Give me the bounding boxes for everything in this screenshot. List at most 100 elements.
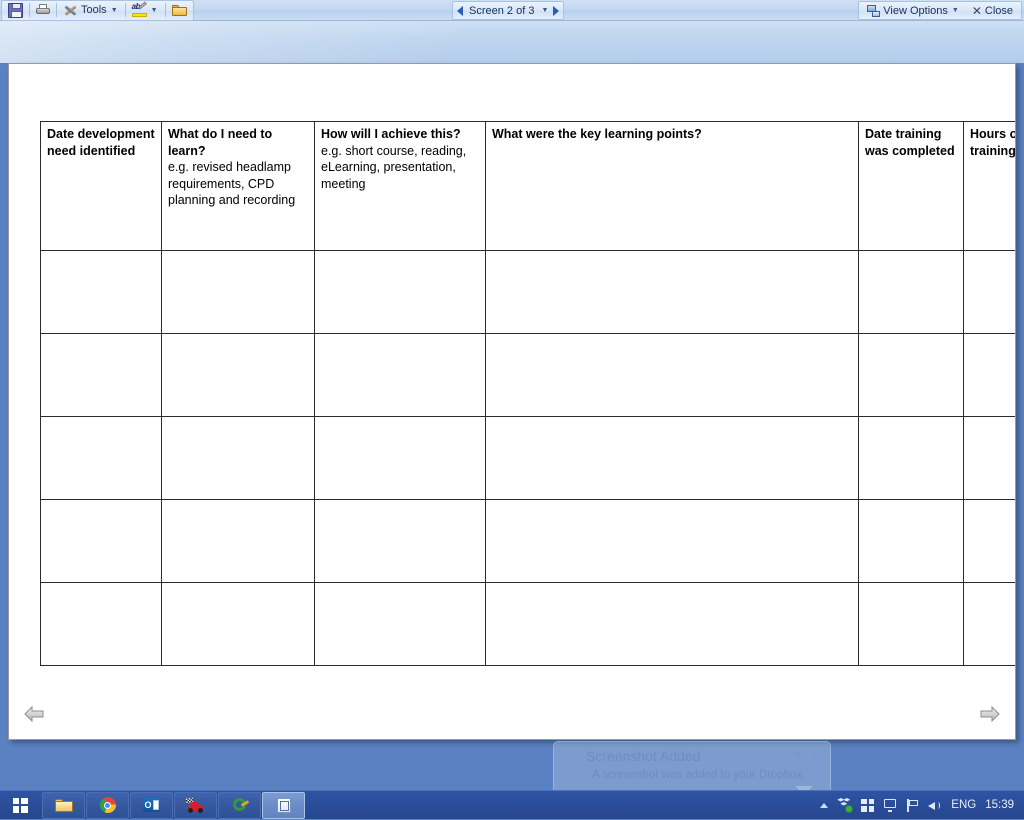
table-cell[interactable] <box>40 416 162 500</box>
toolbar-left-group: Tools ▼ ab ▼ <box>1 0 194 21</box>
table-cell[interactable] <box>314 582 486 666</box>
dropbox-notification[interactable]: ↖ × Screenshot Added A screenshot was ad… <box>553 741 831 797</box>
table-cell[interactable] <box>314 333 486 417</box>
tools-icon <box>63 4 78 17</box>
table-row[interactable] <box>40 333 1015 417</box>
top-toolbar: Tools ▼ ab ▼ Screen 2 of 3 ▼ View Option… <box>0 0 1024 21</box>
taskbar-task-list: O <box>42 791 305 819</box>
save-button[interactable] <box>4 1 27 20</box>
table-cell[interactable] <box>161 499 315 583</box>
table-header-cell: How will I achieve this? e.g. short cour… <box>314 121 486 251</box>
save-icon <box>8 2 23 18</box>
start-button[interactable] <box>0 791 40 820</box>
view-options-button[interactable]: View Options ▼ <box>863 1 964 20</box>
table-cell[interactable] <box>40 250 162 334</box>
table-cell[interactable] <box>40 499 162 583</box>
table-cell[interactable] <box>858 499 964 583</box>
table-cell[interactable] <box>963 333 1015 417</box>
volume-icon[interactable] <box>928 799 942 812</box>
table-cell[interactable] <box>485 499 859 583</box>
table-cell[interactable] <box>161 250 315 334</box>
table-header-cell: Date training was completed <box>858 121 964 251</box>
toolbar-separator <box>29 3 30 17</box>
chevron-down-icon[interactable]: ▼ <box>110 7 119 14</box>
folder-icon <box>171 4 187 16</box>
column-title: Date development need identified <box>47 127 155 158</box>
taskbar-item-file-explorer[interactable] <box>42 791 85 819</box>
close-button[interactable]: ✕ Close <box>968 1 1017 20</box>
table-cell[interactable] <box>40 582 162 666</box>
chevron-down-icon[interactable]: ▼ <box>951 7 960 14</box>
tools-button[interactable]: Tools ▼ <box>59 1 123 20</box>
table-header-cell: What do I need to learn? e.g. revised he… <box>161 121 315 251</box>
taskbar-item-document-viewer[interactable] <box>262 791 305 819</box>
table-cell[interactable] <box>963 250 1015 334</box>
screen-pager: Screen 2 of 3 ▼ <box>452 1 565 20</box>
table-cell[interactable] <box>963 416 1015 500</box>
next-screen-icon[interactable] <box>553 5 560 16</box>
table-header-cell: Hours of training <box>963 121 1015 251</box>
highlight-button[interactable]: ab ▼ <box>128 1 163 20</box>
table-row[interactable] <box>40 416 1015 500</box>
table-cell[interactable] <box>858 582 964 666</box>
print-button[interactable] <box>32 1 54 20</box>
open-folder-button[interactable] <box>168 1 191 20</box>
outlook-icon: O <box>143 798 160 812</box>
table-cell[interactable] <box>485 582 859 666</box>
table-cell[interactable] <box>963 582 1015 666</box>
language-indicator[interactable]: ENG <box>951 799 976 811</box>
chevron-down-icon[interactable]: ▼ <box>540 7 549 14</box>
table-cell[interactable] <box>485 250 859 334</box>
table-cell[interactable] <box>40 333 162 417</box>
table-header-row: Date development need identified What do… <box>40 121 1015 251</box>
arrow-left-icon <box>24 705 44 723</box>
table-row[interactable] <box>40 250 1015 334</box>
previous-screen-icon[interactable] <box>457 5 463 16</box>
taskbar-item-racing-game[interactable] <box>174 791 217 819</box>
table-cell[interactable] <box>858 416 964 500</box>
notification-body: A screenshot was added to your Dropbox. <box>592 769 806 782</box>
table-cell[interactable] <box>485 416 859 500</box>
dropbox-tray-icon[interactable] <box>837 798 854 813</box>
taskbar-item-google-chrome[interactable] <box>86 791 129 819</box>
folder-icon <box>54 798 73 812</box>
windows-start-icon <box>12 797 28 813</box>
green-app-icon <box>232 797 249 813</box>
table-cell[interactable] <box>858 250 964 334</box>
view-options-label: View Options <box>883 4 948 17</box>
column-example: e.g. revised headlamp requirements, CPD … <box>168 160 296 207</box>
view-options-icon <box>867 4 881 17</box>
screen-counter-label: Screen 2 of 3 <box>469 4 535 17</box>
table-cell[interactable] <box>161 416 315 500</box>
toolbar-right-group: View Options ▼ ✕ Close <box>858 1 1022 20</box>
action-center-flag-icon[interactable] <box>906 798 919 812</box>
table-cell[interactable] <box>314 250 486 334</box>
column-title: How will I achieve this? <box>321 127 461 141</box>
table-cell[interactable] <box>161 333 315 417</box>
previous-page-button[interactable] <box>23 705 45 723</box>
table-row[interactable] <box>40 582 1015 666</box>
table-cell[interactable] <box>314 499 486 583</box>
system-tray: ENG 15:39 <box>820 798 1024 813</box>
document-icon <box>276 797 291 813</box>
close-label: Close <box>984 4 1013 17</box>
show-hidden-icons-icon[interactable] <box>820 802 829 808</box>
clock[interactable]: 15:39 <box>985 799 1014 811</box>
taskbar-item-microsoft-outlook[interactable]: O <box>130 791 173 819</box>
display-icon[interactable] <box>883 798 897 812</box>
notification-title: Screenshot Added <box>586 748 701 764</box>
next-page-button[interactable] <box>979 705 1001 723</box>
tools-label: Tools <box>81 4 107 16</box>
chevron-down-icon[interactable]: ▼ <box>150 7 159 14</box>
cpd-record-table: Date development need identified What do… <box>40 121 1015 666</box>
notification-actions[interactable]: ↖ × <box>794 749 822 762</box>
table-cell[interactable] <box>161 582 315 666</box>
table-row[interactable] <box>40 499 1015 583</box>
windows-tray-icon[interactable] <box>861 798 875 812</box>
table-cell[interactable] <box>485 333 859 417</box>
table-cell[interactable] <box>858 333 964 417</box>
taskbar-item-green-app[interactable] <box>218 791 261 819</box>
table-cell[interactable] <box>963 499 1015 583</box>
table-cell[interactable] <box>314 416 486 500</box>
arrow-right-icon <box>980 705 1000 723</box>
